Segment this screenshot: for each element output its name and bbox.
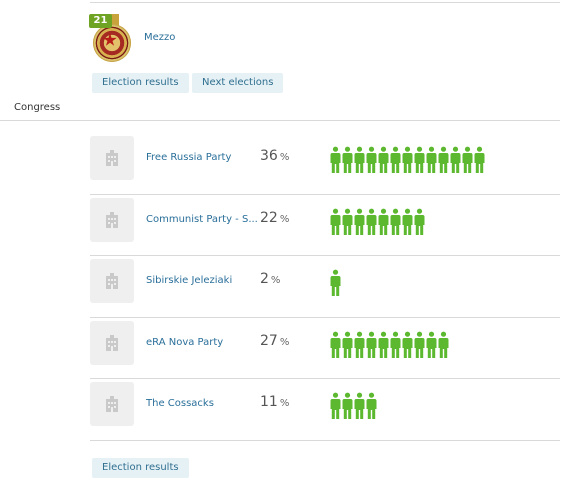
party-percent: 36%	[260, 148, 289, 164]
section-divider	[0, 120, 560, 121]
party-logo[interactable]	[90, 198, 134, 242]
party-row: Sibirskie Jeleziaki 2%	[90, 255, 560, 317]
person-icon	[342, 146, 353, 174]
person-icon	[390, 208, 401, 236]
seat-icons	[330, 208, 425, 236]
person-icon	[330, 392, 341, 420]
seat-icons	[330, 269, 341, 297]
party-name-link[interactable]: Communist Party - S...	[146, 214, 258, 225]
party-percent: 22%	[260, 210, 289, 226]
building-icon	[106, 150, 118, 166]
next-elections-button[interactable]: Next elections	[192, 73, 284, 93]
percent-unit: %	[279, 152, 290, 163]
person-icon	[366, 146, 377, 174]
person-icon	[366, 392, 377, 420]
person-icon	[426, 331, 437, 359]
person-icon	[462, 146, 473, 174]
percent-unit: %	[279, 214, 290, 225]
party-logo[interactable]	[90, 259, 134, 303]
person-icon	[402, 331, 413, 359]
person-icon	[390, 146, 401, 174]
club-badge[interactable]: 21	[89, 14, 133, 66]
person-icon	[402, 146, 413, 174]
person-icon	[438, 146, 449, 174]
party-name-link[interactable]: Free Russia Party	[146, 152, 258, 163]
person-icon	[378, 146, 389, 174]
person-icon	[354, 146, 365, 174]
person-icon	[354, 331, 365, 359]
row-divider	[90, 440, 560, 441]
person-icon	[342, 331, 353, 359]
person-icon	[402, 208, 413, 236]
percent-value: 36	[260, 148, 278, 164]
party-name-link[interactable]: The Cossacks	[146, 398, 258, 409]
party-logo[interactable]	[90, 382, 134, 426]
seat-icons	[330, 331, 449, 359]
party-percent: 27%	[260, 333, 289, 349]
party-name-link[interactable]: eRA Nova Party	[146, 337, 258, 348]
club-name-link[interactable]: Mezzo	[144, 32, 175, 43]
building-icon	[106, 396, 118, 412]
party-logo[interactable]	[90, 321, 134, 365]
party-percent: 11%	[260, 394, 289, 410]
building-icon	[106, 212, 118, 228]
party-logo[interactable]	[90, 136, 134, 180]
person-icon	[414, 146, 425, 174]
percent-value: 2	[260, 271, 269, 287]
person-icon	[378, 331, 389, 359]
person-icon	[390, 331, 401, 359]
section-title: Congress	[14, 102, 61, 113]
party-row: Communist Party - S... 22%	[90, 194, 560, 256]
percent-value: 11	[260, 394, 278, 410]
person-icon	[438, 331, 449, 359]
person-icon	[330, 331, 341, 359]
party-name-link[interactable]: Sibirskie Jeleziaki	[146, 275, 258, 286]
building-icon	[106, 273, 118, 289]
top-divider	[90, 2, 560, 3]
percent-value: 27	[260, 333, 278, 349]
percent-unit: %	[270, 275, 281, 286]
person-icon	[414, 331, 425, 359]
party-row: The Cossacks 11%	[90, 378, 560, 440]
person-icon	[354, 392, 365, 420]
party-percent: 2%	[260, 271, 280, 287]
person-icon	[414, 208, 425, 236]
footer-election-results-button[interactable]: Election results	[92, 458, 189, 478]
person-icon	[354, 208, 365, 236]
person-icon	[366, 331, 377, 359]
person-icon	[342, 392, 353, 420]
person-icon	[330, 208, 341, 236]
person-icon	[450, 146, 461, 174]
person-icon	[330, 146, 341, 174]
person-icon	[342, 208, 353, 236]
person-icon	[474, 146, 485, 174]
person-icon	[366, 208, 377, 236]
percent-value: 22	[260, 210, 278, 226]
percent-unit: %	[279, 398, 290, 409]
seat-icons	[330, 146, 485, 174]
party-row: Free Russia Party 36%	[90, 132, 560, 194]
party-row: eRA Nova Party 27%	[90, 317, 560, 379]
building-icon	[106, 335, 118, 351]
seat-icons	[330, 392, 377, 420]
person-icon	[378, 208, 389, 236]
election-results-button[interactable]: Election results	[92, 73, 189, 93]
person-icon	[426, 146, 437, 174]
percent-unit: %	[279, 337, 290, 348]
club-rank-badge: 21	[89, 14, 112, 28]
person-icon	[330, 269, 341, 297]
